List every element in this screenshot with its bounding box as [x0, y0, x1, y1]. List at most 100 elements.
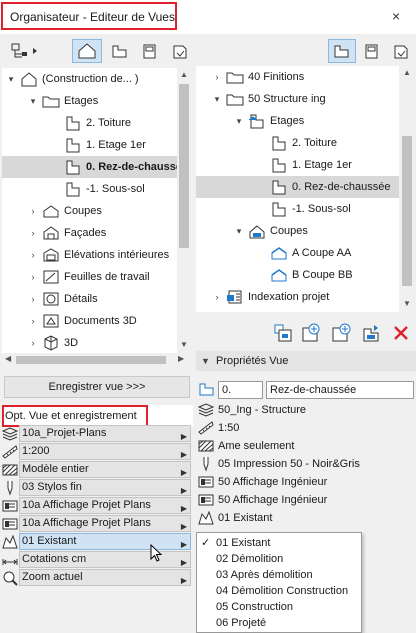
view-option-popup[interactable]: Zoom actuel ▶ — [19, 569, 191, 586]
view-option-popup[interactable]: 10a_Projet-Plans ▶ — [19, 425, 191, 442]
tree-item[interactable]: ▾ Coupes — [196, 220, 399, 242]
expand-caret-icon[interactable]: ▾ — [28, 90, 38, 112]
project-map-tab[interactable] — [72, 39, 102, 63]
tree-item[interactable]: -1. Sous-sol — [2, 178, 177, 200]
publisher-tab[interactable] — [166, 39, 194, 63]
property-value: 50 Affichage Ingénieur — [218, 476, 328, 488]
view-map-tab[interactable] — [106, 39, 134, 63]
right-layout-book-tab[interactable] — [358, 39, 386, 63]
new-view-icon[interactable] — [330, 322, 352, 344]
right-publisher-tab[interactable] — [388, 39, 414, 63]
collapsed-caret-icon[interactable]: › — [212, 66, 222, 88]
right-tree-scrollbar[interactable]: ▲ ▼ — [400, 66, 414, 312]
collapse-triangle-icon[interactable]: ▼ — [201, 351, 210, 371]
collapsed-caret-icon[interactable]: › — [28, 288, 38, 310]
view-option-popup[interactable]: 01 Existant ▶ — [19, 533, 191, 550]
collapsed-caret-icon[interactable]: › — [28, 222, 38, 244]
clone-folder-icon[interactable] — [272, 322, 294, 344]
tree-item[interactable]: ▾ (Construction de... ) — [2, 68, 177, 90]
view-option-row[interactable]: 10a Affichage Projet Plans ▶ — [0, 497, 193, 515]
view-option-row[interactable]: 1:200 ▶ — [0, 443, 193, 461]
collapsed-caret-icon[interactable]: › — [28, 200, 38, 222]
view-map-tree[interactable]: › 40 Finitions ▾ 50 Structure ing ▾ Etages 2. … — [196, 66, 399, 312]
expand-caret-icon[interactable]: ▾ — [234, 220, 244, 242]
scroll-right-arrow-icon[interactable]: ▶ — [178, 354, 184, 363]
tree-item[interactable]: 2. Toiture — [2, 112, 177, 134]
tree-item[interactable]: 0. Rez-de-chaussée — [196, 176, 399, 198]
dropdown-item[interactable]: 05 Construction — [197, 599, 361, 615]
save-view-button[interactable]: Enregistrer vue >>> — [4, 376, 190, 398]
scroll-left-arrow-icon[interactable]: ◀ — [5, 354, 11, 363]
collapsed-caret-icon[interactable]: › — [28, 244, 38, 266]
tree-item[interactable]: › Coupes — [2, 200, 177, 222]
view-option-row[interactable]: Modèle entier ▶ — [0, 461, 193, 479]
scale-icon — [2, 444, 18, 460]
project-map-tree[interactable]: ▾ (Construction de... ) ▾ Etages 2. Toiture 1… — [2, 68, 177, 353]
properties-header[interactable]: ▼ Propriétés Vue — [196, 351, 416, 371]
view-option-row[interactable]: 03 Stylos fin ▶ — [0, 479, 193, 497]
tree-item[interactable]: › Détails — [2, 288, 177, 310]
tree-item[interactable]: › Elévations intérieures — [2, 244, 177, 266]
renovation-filter-dropdown[interactable]: ✓ 01 Existant 02 Démolition 03 Après démoli… — [196, 532, 362, 633]
delete-icon[interactable] — [390, 322, 412, 344]
view-option-row[interactable]: 10a_Projet-Plans ▶ — [0, 425, 193, 443]
collapsed-caret-icon[interactable]: › — [212, 286, 222, 308]
tree-item[interactable]: ▾ Etages — [196, 110, 399, 132]
tree-item[interactable]: ▾ Etages — [2, 90, 177, 112]
new-subset-icon[interactable] — [300, 322, 322, 344]
scroll-up-arrow-icon[interactable]: ▲ — [180, 70, 188, 79]
navigator-popup-button[interactable] — [4, 39, 46, 63]
layout-book-tab[interactable] — [136, 39, 164, 63]
dropdown-item[interactable]: 04 Démolition Construction — [197, 583, 361, 599]
dropdown-item[interactable]: 06 Projeté — [197, 615, 361, 631]
expand-caret-icon[interactable]: ▾ — [234, 110, 244, 132]
close-icon[interactable]: × — [392, 8, 400, 24]
view-option-popup[interactable]: 10a Affichage Projet Plans ▶ — [19, 497, 191, 514]
tree-item[interactable]: › Feuilles de travail — [2, 266, 177, 288]
scrollbar-thumb[interactable] — [402, 136, 412, 286]
scroll-up-arrow-icon[interactable]: ▲ — [403, 68, 411, 77]
property-value: 50_Ing - Structure — [218, 404, 307, 416]
tree-item[interactable]: 1. Etage 1er — [2, 134, 177, 156]
scrollbar-thumb[interactable] — [179, 84, 189, 248]
tree-item[interactable]: › 3D — [2, 332, 177, 353]
tree-item[interactable]: › Façades — [2, 222, 177, 244]
expand-caret-icon[interactable]: ▾ — [6, 68, 16, 90]
tree-item[interactable]: A Coupe AA — [196, 242, 399, 264]
view-option-popup[interactable]: 10a Affichage Projet Plans ▶ — [19, 515, 191, 532]
dropdown-item[interactable]: 02 Démolition — [197, 551, 361, 567]
left-hscrollbar[interactable]: ◀ ▶ — [2, 353, 191, 367]
expand-caret-icon[interactable]: ▾ — [212, 88, 222, 110]
view-option-popup[interactable]: 1:200 ▶ — [19, 443, 191, 460]
view-option-row[interactable]: 01 Existant ▶ — [0, 533, 193, 551]
left-tree-scrollbar[interactable]: ▲ ▼ — [177, 68, 191, 353]
right-view-map-tab[interactable] — [328, 39, 356, 63]
view-id-field[interactable]: 0. — [218, 381, 263, 399]
hscroll-thumb[interactable] — [16, 356, 166, 364]
collapsed-caret-icon[interactable]: › — [28, 310, 38, 332]
view-option-popup[interactable]: Cotations cm ▶ — [19, 551, 191, 568]
view-option-row[interactable]: 10a Affichage Projet Plans ▶ — [0, 515, 193, 533]
view-name-field[interactable]: Rez-de-chaussée — [266, 381, 414, 399]
scroll-down-arrow-icon[interactable]: ▼ — [403, 299, 411, 308]
tree-item[interactable]: › Indexation projet — [196, 286, 399, 308]
tree-item[interactable]: › Documents 3D — [2, 310, 177, 332]
collapsed-caret-icon[interactable]: › — [28, 332, 38, 353]
tree-item[interactable]: 2. Toiture — [196, 132, 399, 154]
tree-item[interactable]: ▾ 50 Structure ing — [196, 88, 399, 110]
dropdown-item[interactable]: ✓ 01 Existant — [197, 535, 361, 551]
scroll-down-arrow-icon[interactable]: ▼ — [180, 340, 188, 349]
view-option-row[interactable]: Cotations cm ▶ — [0, 551, 193, 569]
tree-item[interactable]: -1. Sous-sol — [196, 198, 399, 220]
tree-item[interactable]: › 40 Finitions — [196, 66, 399, 88]
update-view-icon[interactable] — [360, 322, 382, 344]
dropdown-item[interactable]: 03 Après démolition — [197, 567, 361, 583]
view-option-row[interactable]: Zoom actuel ▶ — [0, 569, 193, 587]
view-option-popup[interactable]: 03 Stylos fin ▶ — [19, 479, 191, 496]
view-option-popup[interactable]: Modèle entier ▶ — [19, 461, 191, 478]
folder-icon — [42, 93, 60, 109]
tree-item[interactable]: B Coupe BB — [196, 264, 399, 286]
collapsed-caret-icon[interactable]: › — [28, 266, 38, 288]
tree-item[interactable]: 1. Etage 1er — [196, 154, 399, 176]
tree-item[interactable]: 0. Rez-de-chaussée — [2, 156, 177, 178]
